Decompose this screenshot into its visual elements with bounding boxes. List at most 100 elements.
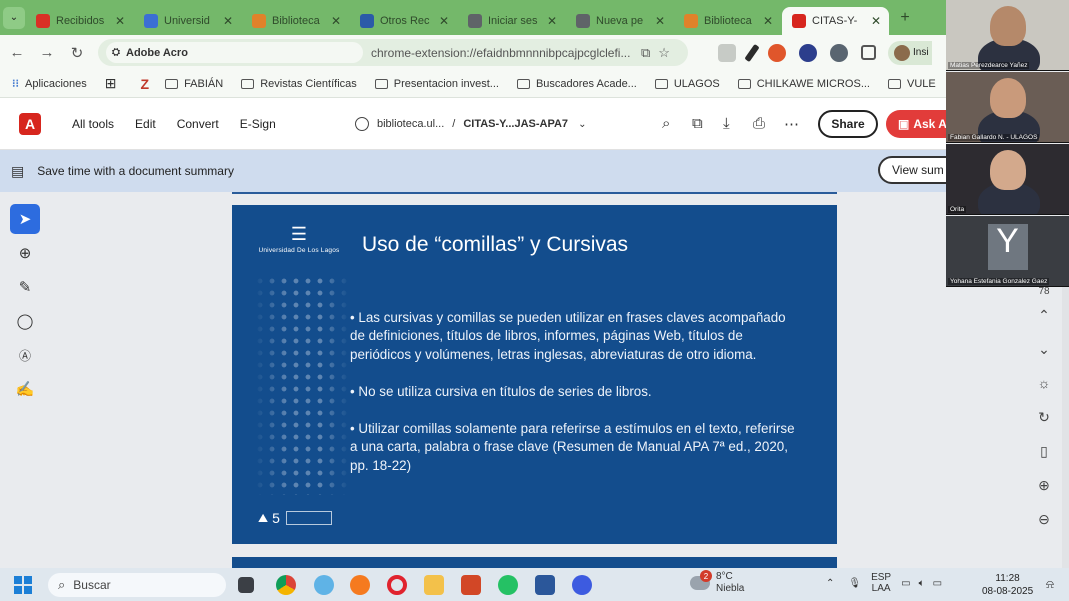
microphone-icon[interactable]: 🎙︎	[848, 578, 861, 589]
weather-widget[interactable]: 2 8°C Niebla	[690, 570, 744, 595]
omnibox[interactable]: ⛭ Adobe Acro chrome-extension://efaidnbm…	[98, 39, 688, 66]
search-icon[interactable]: ⌕	[662, 115, 670, 132]
bookmark-label: VULE	[907, 77, 936, 90]
extension-z-icon[interactable]	[718, 43, 736, 62]
chevron-up-icon[interactable]: ⌃	[826, 578, 834, 589]
file-app-icon[interactable]	[238, 577, 254, 593]
powerpoint-icon[interactable]	[461, 575, 481, 595]
page-up-icon[interactable]: ⌃	[1030, 298, 1058, 332]
close-icon[interactable]: ✕	[115, 14, 125, 28]
participant-tile[interactable]: Orita	[946, 144, 1069, 215]
bookmark-item[interactable]: Revistas Científicas	[241, 78, 357, 90]
zoom-icon[interactable]	[572, 575, 592, 595]
close-icon[interactable]: ✕	[439, 14, 449, 28]
profile-button[interactable]: Insi	[888, 40, 932, 65]
left-toolbar: ➤ ⊕ ✎ ◯ Ⓐ ✍	[10, 204, 44, 408]
browser-tab[interactable]: Iniciar ses ✕	[458, 7, 565, 35]
browser-tab[interactable]: CITAS-Y- ✕	[782, 6, 889, 35]
close-icon[interactable]: ✕	[223, 14, 233, 28]
browser-tab[interactable]: Biblioteca ✕	[674, 7, 781, 35]
extensions-puzzle-icon[interactable]	[861, 45, 876, 60]
document-viewer[interactable]: ➤ ⊕ ✎ ◯ Ⓐ ✍ ☰ Universidad De Los Lagos U…	[0, 192, 1069, 568]
notification-icon[interactable]: ⍾	[1046, 577, 1054, 592]
site-info-chip[interactable]: ⛭ Adobe Acro	[106, 42, 363, 63]
close-icon[interactable]: ✕	[655, 14, 665, 28]
chevron-down-icon[interactable]: ⌄	[578, 119, 586, 130]
forward-button[interactable]: →	[32, 44, 62, 61]
more-options-icon[interactable]: ⋯	[784, 115, 799, 133]
whatsapp-icon[interactable]	[498, 575, 518, 595]
menu-edit[interactable]: Edit	[135, 117, 156, 131]
browser-tab[interactable]: Universid ✕	[134, 7, 241, 35]
extension-circle-icon[interactable]	[830, 43, 848, 62]
bookmark-item[interactable]: FABIÁN	[165, 78, 223, 90]
menu-all-tools[interactable]: All tools	[72, 117, 114, 131]
browser-tab[interactable]: Biblioteca ✕	[242, 7, 349, 35]
volume-icon[interactable]: 🔈︎	[919, 578, 925, 589]
acrobat-logo-icon[interactable]: A	[19, 112, 41, 135]
text-box-icon[interactable]: Ⓐ	[10, 340, 40, 370]
bookmark-star-icon[interactable]: ☆	[658, 45, 670, 61]
zoom-in-icon[interactable]: ⊕	[1030, 468, 1058, 502]
participant-tile[interactable]: Matias Perezdearce Yañez	[946, 0, 1069, 71]
comment-tool-icon[interactable]: ⊕	[10, 238, 40, 268]
bookmark-item[interactable]: ⁝⁝ Aplicaciones	[12, 77, 87, 91]
word-icon[interactable]	[535, 575, 555, 595]
reload-button[interactable]: ↻	[62, 44, 92, 62]
browser-tab[interactable]: Otros Rec ✕	[350, 7, 457, 35]
firefox-icon[interactable]	[350, 575, 370, 595]
rotate-icon[interactable]: ↻	[1030, 400, 1058, 434]
pages-icon[interactable]: ⧉	[692, 115, 703, 132]
browser-tab[interactable]: Nueva pe ✕	[566, 7, 673, 35]
url-text[interactable]: chrome-extension://efaidnbmnnnibpcajpcgl…	[371, 46, 633, 60]
file-explorer-icon[interactable]	[424, 575, 444, 595]
zotero-z-icon[interactable]: Z	[141, 76, 150, 92]
view-summary-button[interactable]: View sum	[878, 156, 946, 184]
participant-tile[interactable]: Fabian Gallardo N. - ULAGOS	[946, 72, 1069, 143]
gmail-icon	[36, 13, 50, 28]
system-clock[interactable]: 11:28 08-08-2025	[982, 572, 1033, 598]
taskbar-search[interactable]: ⌕ Buscar	[48, 573, 226, 597]
back-button[interactable]: ←	[2, 44, 32, 61]
display-icon[interactable]: ▭	[901, 578, 910, 589]
new-tab-button[interactable]: +	[895, 9, 915, 27]
print-icon[interactable]: ⎙	[753, 115, 765, 132]
extension-hex-icon[interactable]	[799, 43, 817, 62]
participant-tile[interactable]: Y Yohana Estefania Gonzalez Gaez	[946, 216, 1069, 287]
ask-ai-button[interactable]: ▣ Ask A	[886, 110, 946, 138]
close-icon[interactable]: ✕	[547, 14, 557, 28]
menu-e-sign[interactable]: E-Sign	[240, 117, 276, 131]
tab-search-button[interactable]: ⌄	[3, 6, 25, 29]
bookmark-item[interactable]: Presentacion invest...	[374, 78, 499, 90]
bookmark-item[interactable]: VULE	[888, 78, 936, 90]
bookmark-item[interactable]: CHILKAWE MICROS...	[737, 78, 870, 90]
extension-pen-icon[interactable]	[744, 43, 760, 62]
menu-convert[interactable]: Convert	[177, 117, 219, 131]
bookmark-item[interactable]: Buscadores Acade...	[516, 78, 637, 90]
highlight-pen-icon[interactable]: ✎	[10, 272, 40, 302]
windows-start-icon[interactable]	[14, 576, 32, 594]
browser-tab[interactable]: Recibidos ✕	[26, 7, 133, 35]
zoom-out-icon[interactable]: ⊖	[1030, 502, 1058, 536]
sign-tool-icon[interactable]: ✍	[10, 374, 40, 404]
extension-s-icon[interactable]	[768, 43, 786, 62]
select-tool-icon[interactable]: ➤	[10, 204, 40, 234]
close-icon[interactable]: ✕	[871, 14, 881, 28]
download-icon[interactable]: ⤓	[723, 115, 730, 132]
grid-icon[interactable]: ⊞	[105, 75, 117, 92]
close-icon[interactable]: ✕	[763, 14, 773, 28]
battery-icon[interactable]: ▭	[933, 578, 942, 589]
brightness-icon[interactable]: ☼	[1030, 366, 1058, 400]
share-button[interactable]: Share	[818, 110, 878, 138]
translate-icon[interactable]: ⧉	[641, 45, 650, 61]
edge-icon[interactable]	[314, 575, 334, 595]
page-settings-icon[interactable]: ▯	[1030, 434, 1058, 468]
bookmark-item[interactable]: ULAGOS	[654, 78, 720, 90]
language-indicator[interactable]: ESP LAA	[871, 572, 891, 594]
draw-lasso-icon[interactable]: ◯	[10, 306, 40, 336]
document-path[interactable]: biblioteca.ul... / CITAS-Y...JAS-APA7 ⌄	[355, 117, 586, 131]
chrome-icon[interactable]	[276, 575, 296, 595]
page-down-icon[interactable]: ⌄	[1030, 332, 1058, 366]
close-icon[interactable]: ✕	[331, 14, 341, 28]
opera-icon[interactable]	[387, 575, 407, 595]
